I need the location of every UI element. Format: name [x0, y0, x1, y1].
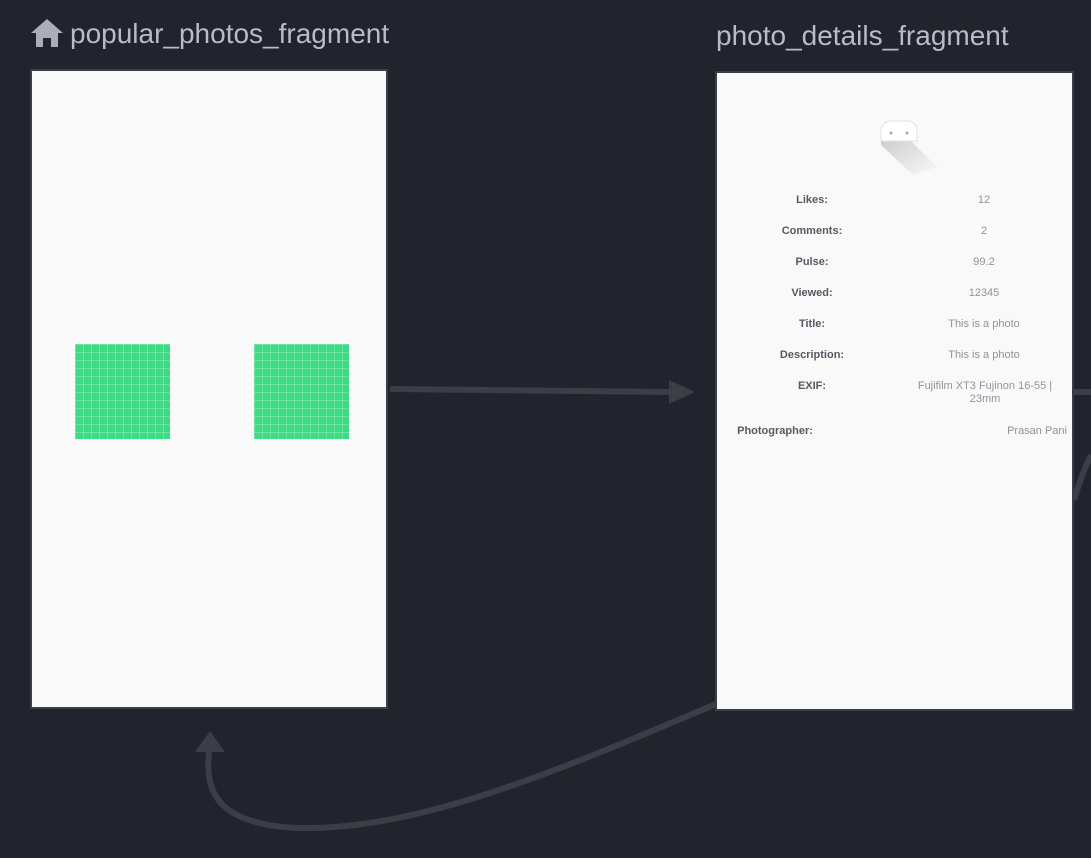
- details-value-viewed: 12345: [968, 287, 1000, 299]
- details-value-title: This is a photo: [948, 318, 1020, 330]
- action-popular-to-details[interactable]: [389, 386, 673, 395]
- details-value-exif: Fujifilm XT3 Fujinon 16-55 | 23mm: [917, 380, 1053, 405]
- details-label-description: Description:: [779, 349, 845, 361]
- action-details-to-popular[interactable]: [205, 701, 718, 832]
- arrowhead-to-popular: [195, 731, 225, 752]
- destination-photo-details[interactable]: Likes: 12 Comments: 2 Pulse: 99.2 Viewed…: [715, 71, 1074, 711]
- details-label-photographer: Photographer:: [737, 425, 813, 437]
- details-value-comments: 2: [980, 225, 988, 237]
- details-value-pulse: 99.2: [973, 256, 995, 268]
- details-label-comments: Comments:: [781, 225, 843, 237]
- image-placeholder-icon: [75, 344, 170, 439]
- image-placeholder-icon: [254, 344, 349, 439]
- details-label-pulse: Pulse:: [795, 256, 829, 268]
- details-label-viewed: Viewed:: [791, 287, 833, 299]
- navigation-graph-canvas: popular_photos_fragment photo_details_fr…: [0, 0, 1091, 858]
- arrowhead-to-details: [669, 380, 695, 404]
- destination-title-popular[interactable]: popular_photos_fragment: [70, 18, 389, 50]
- details-label-title: Title:: [798, 318, 826, 330]
- details-value-likes: 12: [977, 194, 991, 206]
- details-value-photographer: Prasan Pani: [1007, 425, 1067, 437]
- details-label-exif: EXIF:: [797, 380, 827, 392]
- destination-popular-photos[interactable]: [30, 69, 388, 709]
- image-placeholder-icon: [880, 120, 937, 175]
- action-details-offscreen-2: [1071, 453, 1091, 501]
- destination-title-details[interactable]: photo_details_fragment: [716, 20, 1009, 52]
- details-label-likes: Likes:: [796, 194, 828, 206]
- details-value-description: This is a photo: [948, 349, 1020, 361]
- home-icon: [31, 19, 63, 47]
